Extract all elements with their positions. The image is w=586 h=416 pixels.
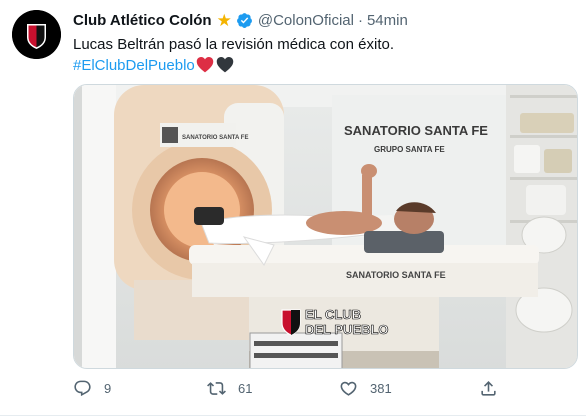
retweet-count: 61 bbox=[238, 381, 253, 396]
retweet-icon bbox=[207, 382, 226, 395]
wall-sign-title: SANATORIO SANTA FE bbox=[344, 123, 488, 138]
like-count: 381 bbox=[370, 381, 392, 396]
author-handle[interactable]: @ColonOficial bbox=[258, 12, 354, 29]
avatar[interactable] bbox=[12, 10, 61, 59]
watermark-line1: EL CLUB bbox=[305, 307, 361, 322]
red-heart-icon bbox=[196, 57, 213, 73]
tweet-media-image[interactable]: SANATORIO SANTA FE GRUPO SANTA FE SANATO… bbox=[73, 84, 578, 369]
scanner-label: SANATORIO SANTA FE bbox=[182, 135, 248, 141]
verified-icon bbox=[236, 12, 252, 28]
share-button[interactable] bbox=[479, 379, 498, 398]
club-crest-icon bbox=[12, 10, 61, 59]
share-icon bbox=[481, 381, 496, 396]
watermark-line2: DEL PUEBLO bbox=[305, 322, 389, 337]
tweet-text: Lucas Beltrán pasó la revisión médica co… bbox=[73, 34, 394, 76]
tweet-card[interactable]: Club Atlético Colón ★ @ColonOficial · 54… bbox=[0, 0, 586, 416]
tweet-actions: 9 61 381 bbox=[73, 379, 513, 403]
hashtag-link[interactable]: #ElClubDelPueblo bbox=[73, 57, 195, 74]
like-button[interactable]: 381 bbox=[339, 379, 392, 398]
author-name[interactable]: Club Atlético Colón bbox=[73, 12, 212, 29]
separator-dot: · bbox=[357, 11, 363, 29]
tweet-header: Club Atlético Colón ★ @ColonOficial · 54… bbox=[73, 10, 408, 30]
star-icon: ★ bbox=[216, 10, 232, 30]
reply-icon bbox=[74, 380, 91, 397]
reply-count: 9 bbox=[104, 381, 112, 396]
tweet-hashtag-line: #ElClubDelPueblo bbox=[73, 55, 394, 76]
black-heart-icon bbox=[216, 57, 233, 73]
like-heart-icon bbox=[340, 381, 357, 396]
retweet-button[interactable]: 61 bbox=[207, 379, 252, 398]
tweet-time[interactable]: 54min bbox=[367, 12, 408, 29]
reply-button[interactable]: 9 bbox=[73, 379, 111, 398]
table-label: SANATORIO SANTA FE bbox=[346, 270, 446, 280]
wall-sign-subtitle: GRUPO SANTA FE bbox=[374, 145, 445, 154]
mri-room-photo: SANATORIO SANTA FE GRUPO SANTA FE SANATO… bbox=[74, 85, 577, 368]
tweet-text-line: Lucas Beltrán pasó la revisión médica co… bbox=[73, 36, 395, 53]
